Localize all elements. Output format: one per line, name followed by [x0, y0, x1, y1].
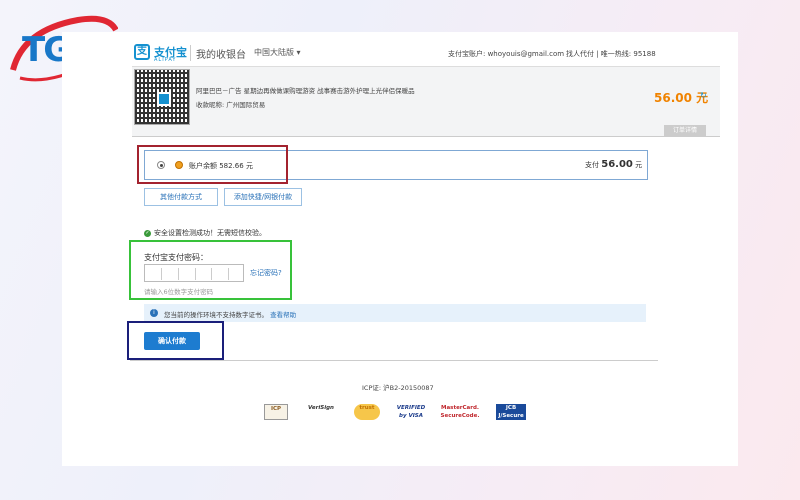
icp-license: ICP证: 沪B2-20150087 [362, 384, 434, 392]
header-divider [190, 45, 191, 61]
info-icon: i [150, 309, 158, 317]
alipay-icon: 支 [134, 44, 150, 60]
payment-radio[interactable] [157, 161, 165, 169]
password-label: 支付宝支付密码： [144, 253, 208, 262]
brand-sub: ALIPAY [154, 57, 177, 63]
pay-suffix: 元 [635, 161, 643, 169]
forgot-password-link[interactable]: 忘记密码? [250, 268, 282, 278]
cert-icp-badge: ICP [264, 404, 288, 420]
pay-amount-line: 支付 56.00 元 [585, 159, 642, 170]
coin-icon [175, 161, 183, 169]
hotline-info[interactable]: 找人代付 | 唯一热线: 95188 [566, 49, 656, 59]
add-card-button[interactable]: 添加快捷/网银付款 [224, 188, 302, 206]
pay-amount: 56.00 [601, 159, 633, 170]
order-seller: 收款昵称: 广州国际贸易 [196, 101, 266, 109]
password-input[interactable] [144, 264, 244, 282]
balance-label: 账户余额 582.66 元 [189, 162, 253, 170]
safe-check: ✓ 安全设置检测成功！无需短信校验。 [144, 228, 266, 238]
refresh-icon[interactable]: ↻ [700, 91, 707, 100]
content-bottom-line [130, 360, 658, 361]
confirm-payment-button[interactable]: 确认付款 [144, 332, 200, 350]
balance-payment-option[interactable]: 账户余额 582.66 元 支付 56.00 元 [144, 150, 648, 180]
cert-jcb-badge: JCB J/Secure [496, 404, 526, 420]
qr-code [134, 69, 190, 125]
pay-prefix: 支付 [585, 161, 599, 169]
header: 支 支付宝 ALIPAY 我的收银台 中国大陆版 ▾ 支付宝账户: whoyou… [132, 40, 722, 68]
certificate-notice: i 您当前的操作环境不支持数字证书。 查看帮助 [144, 304, 646, 322]
cert-trust-badge: trust [354, 404, 380, 420]
cert-verisign-badge: VeriSign [308, 405, 334, 411]
notice-text: 您当前的操作环境不支持数字证书。 [164, 311, 268, 319]
check-icon: ✓ [144, 229, 151, 237]
account-info: 支付宝账户: whoyouis@gmail.com [448, 50, 565, 58]
other-methods-button[interactable]: 其他付款方式 [144, 188, 218, 206]
safe-text: 安全设置检测成功！无需短信校验。 [154, 229, 266, 237]
cashier-page: 支 支付宝 ALIPAY 我的收银台 中国大陆版 ▾ 支付宝账户: whoyou… [62, 32, 738, 466]
order-title: 阿里巴巴－广告 星期边再做做课购理游资 战事赛击游外护理上光伴侣保暖品 [196, 87, 415, 95]
order-summary: 阿里巴巴－广告 星期边再做做课购理游资 战事赛击游外护理上光伴侣保暖品 收款昵称… [132, 67, 720, 137]
region-label: 中国大陆版 [254, 48, 294, 57]
password-hint: 请输入6位数字支付密码 [144, 288, 214, 296]
order-divider [132, 136, 720, 137]
chevron-down-icon: ▾ [296, 48, 301, 57]
cert-visa-badge: VERIFIED by VISA [396, 405, 426, 419]
page-title: 我的收银台 [196, 50, 246, 61]
help-link[interactable]: 查看帮助 [270, 311, 296, 319]
cert-mastercard-badge: MasterCard. SecureCode. [440, 405, 480, 419]
region-selector[interactable]: 中国大陆版 ▾ [254, 47, 301, 58]
